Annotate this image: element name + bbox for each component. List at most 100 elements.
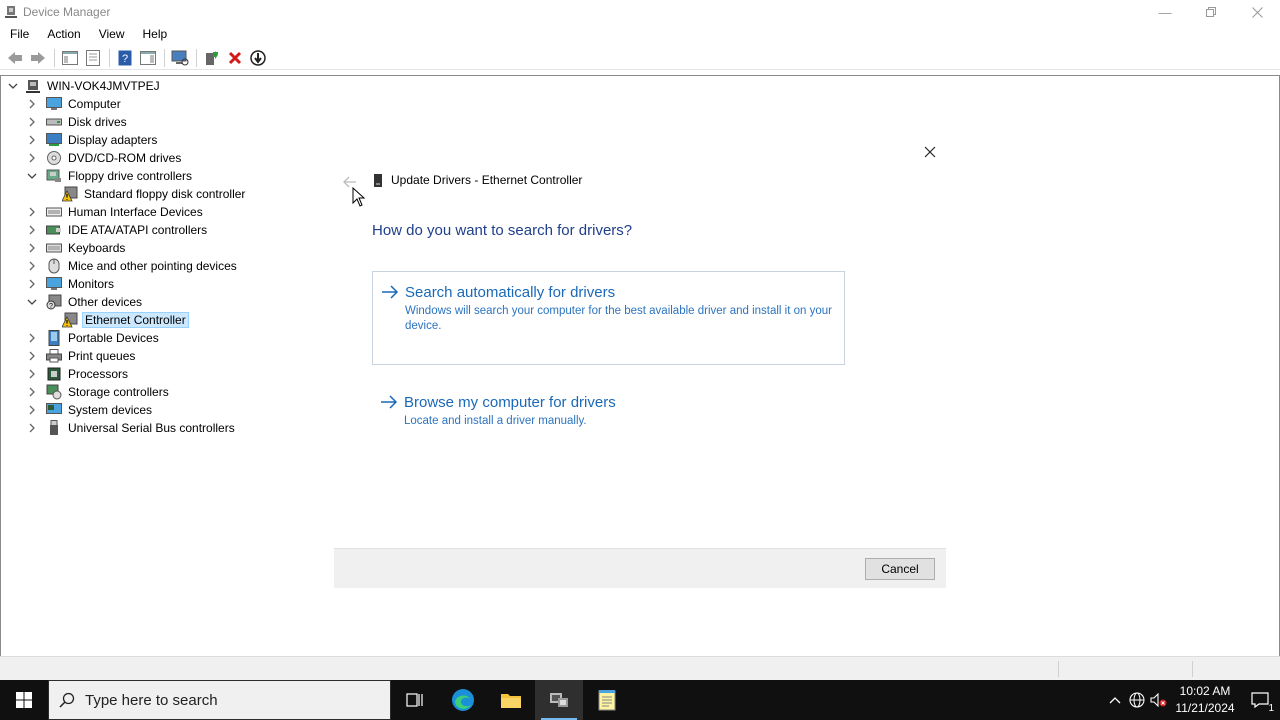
chevron-right-icon[interactable]	[26, 332, 38, 344]
tree-item-label: Other devices	[68, 295, 143, 309]
device-icon	[372, 173, 384, 187]
tree-category-item[interactable]: Keyboards	[26, 239, 127, 257]
chevron-right-icon[interactable]	[26, 98, 38, 110]
notification-icon	[1251, 692, 1269, 708]
close-window-button[interactable]	[1234, 0, 1280, 24]
volume-muted-icon[interactable]	[1148, 680, 1170, 720]
tree-device-item[interactable]: Standard floppy disk controller	[46, 185, 247, 203]
help-icon[interactable]: ?	[114, 47, 136, 69]
menu-view[interactable]: View	[89, 27, 133, 41]
svg-text:?: ?	[49, 303, 53, 310]
tree-item-label: Universal Serial Bus controllers	[68, 421, 235, 435]
menu-file[interactable]: File	[0, 27, 37, 41]
chevron-right-icon[interactable]	[26, 368, 38, 380]
search-placeholder: Type here to search	[85, 691, 218, 709]
portable-device-icon	[46, 330, 62, 346]
tree-root[interactable]: WIN-VOK4JMVTPEJ	[7, 77, 162, 95]
chevron-right-icon[interactable]	[26, 116, 38, 128]
tree-item-label: Keyboards	[68, 241, 126, 255]
edge-icon	[452, 689, 474, 711]
chevron-right-icon[interactable]	[26, 278, 38, 290]
other-devices-icon: ?	[46, 294, 62, 310]
forward-arrow-icon[interactable]	[27, 47, 49, 69]
browse-computer-option[interactable]: Browse my computer for drivers Locate an…	[372, 382, 845, 427]
restore-button[interactable]	[1188, 0, 1234, 24]
disable-device-icon[interactable]	[247, 47, 269, 69]
chevron-right-icon[interactable]	[26, 134, 38, 146]
task-view-button[interactable]	[391, 680, 439, 720]
chevron-down-icon[interactable]	[26, 296, 38, 308]
toolbar: ?	[0, 46, 1280, 70]
usb-icon	[46, 420, 62, 436]
menu-help[interactable]: Help	[133, 27, 176, 41]
chevron-down-icon[interactable]	[7, 80, 19, 92]
minimize-button[interactable]: —	[1142, 0, 1188, 24]
action-pane-icon[interactable]	[137, 47, 159, 69]
dialog-close-button[interactable]	[920, 142, 940, 162]
chevron-right-icon[interactable]	[26, 260, 38, 272]
tree-category-item[interactable]: Computer	[26, 95, 123, 113]
mouse-cursor-icon	[352, 186, 366, 207]
chevron-right-icon[interactable]	[26, 350, 38, 362]
mouse-icon	[46, 258, 62, 274]
tree-category-item[interactable]: Portable Devices	[26, 329, 161, 347]
update-driver-icon[interactable]	[201, 47, 223, 69]
tree-category-item[interactable]: IDE ATA/ATAPI controllers	[26, 221, 209, 239]
search-automatically-title: Search automatically for drivers	[405, 284, 616, 301]
edge-browser-button[interactable]	[439, 680, 487, 720]
menu-action[interactable]: Action	[37, 27, 88, 41]
chevron-right-icon[interactable]	[26, 422, 38, 434]
tree-device-item[interactable]: Ethernet Controller	[46, 311, 189, 329]
start-button[interactable]	[0, 680, 48, 720]
tree-item-label: Processors	[68, 367, 129, 381]
tree-root-label: WIN-VOK4JMVTPEJ	[47, 79, 160, 93]
tree-category-item[interactable]: Disk drives	[26, 113, 129, 131]
notepad-button[interactable]	[583, 680, 631, 720]
device-manager-icon	[4, 5, 18, 19]
notepad-icon	[598, 690, 616, 711]
action-center-button[interactable]: 1	[1240, 680, 1280, 720]
ide-controller-icon	[46, 222, 62, 238]
search-automatically-option[interactable]: Search automatically for drivers Windows…	[372, 271, 845, 365]
chevron-right-icon[interactable]	[26, 404, 38, 416]
back-arrow-icon[interactable]	[4, 47, 26, 69]
tree-category-item[interactable]: Mice and other pointing devices	[26, 257, 239, 275]
tree-category-item[interactable]: Monitors	[26, 275, 116, 293]
display-adapter-icon	[46, 132, 62, 148]
clock[interactable]: 10:02 AM 11/21/2024	[1170, 683, 1240, 717]
chevron-up-icon[interactable]	[1104, 680, 1126, 720]
processor-icon	[46, 366, 62, 382]
network-globe-icon[interactable]	[1126, 680, 1148, 720]
tree-category-item[interactable]: Print queues	[26, 347, 137, 365]
tree-item-label: Ethernet Controller	[82, 312, 189, 328]
chevron-right-icon[interactable]	[26, 152, 38, 164]
chevron-right-icon[interactable]	[26, 386, 38, 398]
tree-category-item[interactable]: DVD/CD-ROM drives	[26, 149, 183, 167]
menu-bar: File Action View Help	[0, 24, 1280, 44]
uninstall-device-icon[interactable]	[224, 47, 246, 69]
chevron-right-icon[interactable]	[26, 242, 38, 254]
tree-item-label: Print queues	[68, 349, 136, 363]
tree-category-item[interactable]: Processors	[26, 365, 130, 383]
file-explorer-button[interactable]	[487, 680, 535, 720]
console-tree-icon[interactable]	[59, 47, 81, 69]
warning-device-icon	[62, 186, 78, 202]
properties-icon[interactable]	[82, 47, 104, 69]
tree-item-label: Computer	[68, 97, 121, 111]
tree-category-item[interactable]: Universal Serial Bus controllers	[26, 419, 237, 437]
taskbar-search-box[interactable]: Type here to search	[48, 680, 391, 720]
tree-category-item[interactable]: Floppy drive controllers	[26, 167, 194, 185]
device-manager-taskbar-button[interactable]	[535, 680, 583, 720]
chevron-down-icon[interactable]	[26, 170, 38, 182]
cancel-button[interactable]: Cancel	[865, 558, 935, 580]
chevron-right-icon[interactable]	[26, 206, 38, 218]
storage-controller-icon	[46, 384, 62, 400]
tree-category-item[interactable]: Storage controllers	[26, 383, 171, 401]
chevron-right-icon[interactable]	[26, 224, 38, 236]
tree-category-item[interactable]: Display adapters	[26, 131, 159, 149]
scan-hardware-icon[interactable]	[169, 47, 191, 69]
tree-category-item[interactable]: Human Interface Devices	[26, 203, 205, 221]
tree-category-item[interactable]: System devices	[26, 401, 154, 419]
arrow-right-icon	[381, 284, 399, 300]
tree-category-item[interactable]: ? Other devices	[26, 293, 144, 311]
